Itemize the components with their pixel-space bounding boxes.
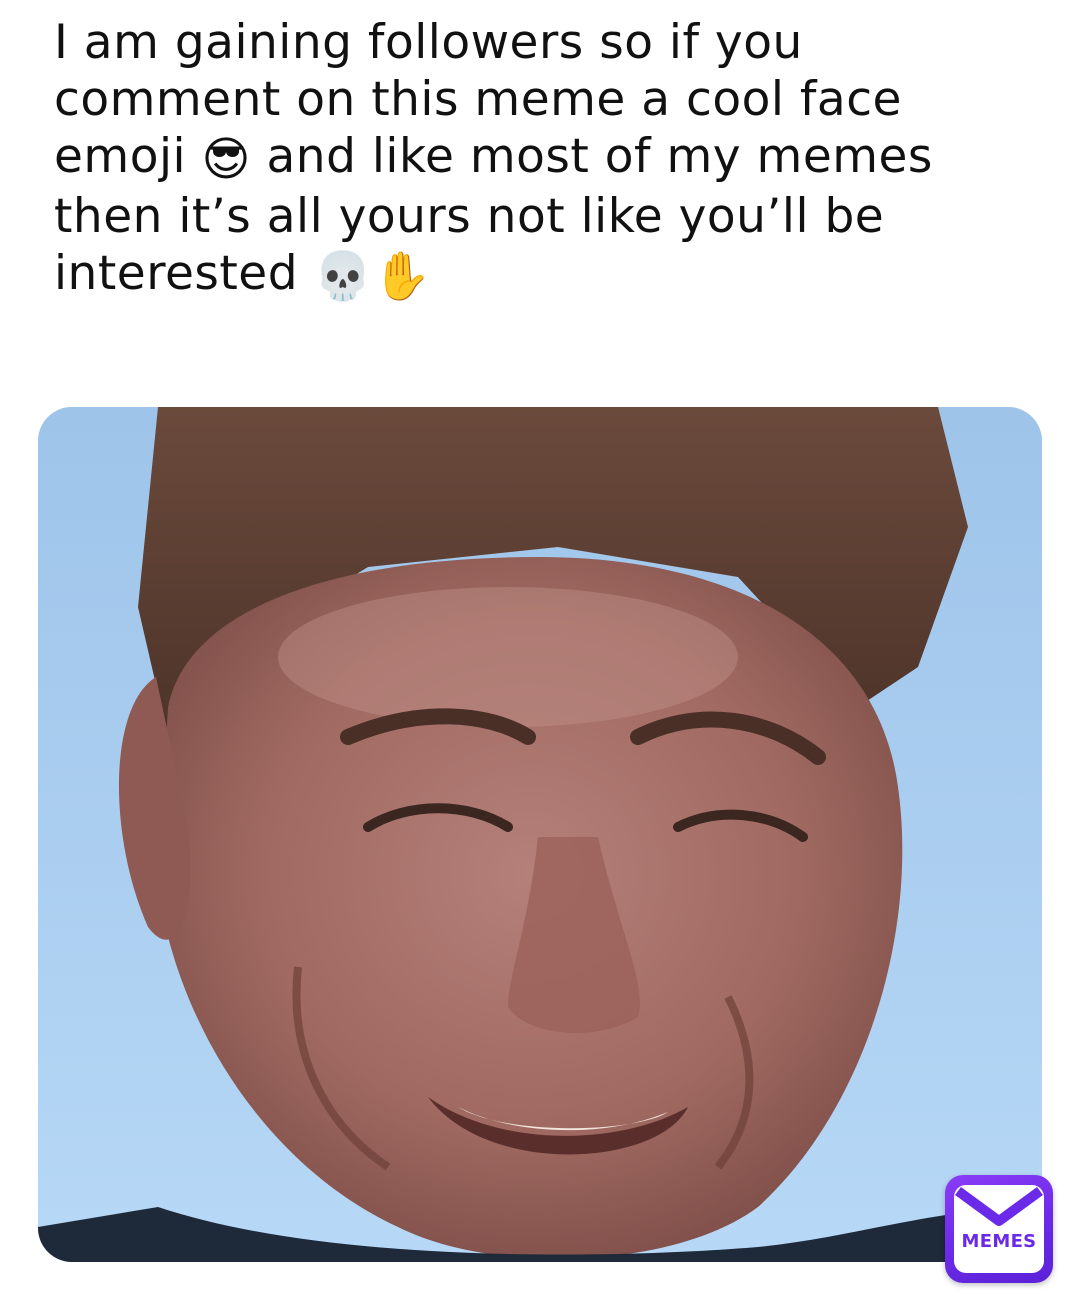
meme-caption: I am gaining followers so if you comment…	[54, 14, 1044, 305]
memes-logo-icon: MEMES	[954, 1185, 1044, 1273]
memes-watermark-logo: MEMES	[945, 1175, 1053, 1283]
caption-text-part2: and like most of my memes then it’s all …	[54, 129, 933, 301]
cool-face-emoji-icon: 😎	[201, 132, 252, 187]
watermark-label: MEMES	[961, 1231, 1037, 1252]
meme-image	[38, 407, 1042, 1262]
skull-hand-emoji-icon: 💀✋	[313, 249, 432, 304]
smiling-man-photo	[38, 407, 1042, 1262]
